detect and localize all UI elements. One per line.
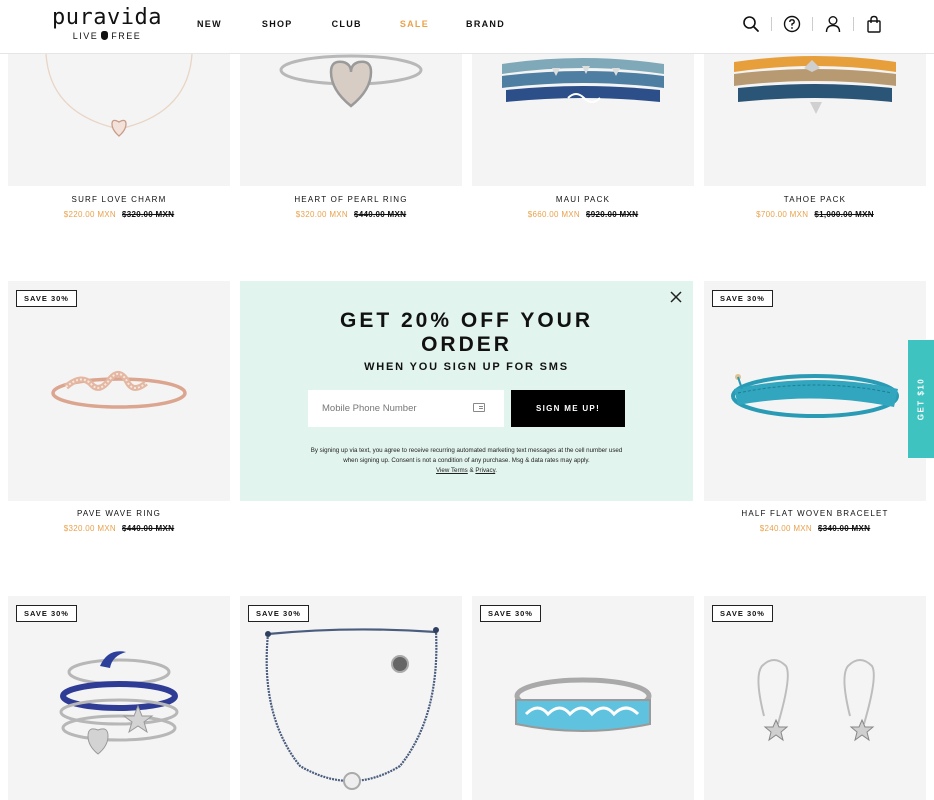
product-image-surf-love-charm[interactable] [8, 54, 230, 186]
earrings-image [757, 659, 875, 742]
header-icons [741, 14, 884, 34]
nav-new[interactable]: NEW [197, 19, 222, 29]
sale-price: $220.00 MXN [63, 210, 116, 219]
ring-stack-image [59, 651, 179, 755]
product-name[interactable]: MAUI PACK [472, 195, 694, 204]
logo-tagline: LIVE FREE [52, 31, 162, 41]
site-header: puravida LIVE FREE NEW SHOP CLUB SALE BRA… [0, 0, 934, 54]
product-price: $320.00 MXN $440.00 MXN [8, 524, 230, 533]
save-badge: SAVE 30% [712, 605, 773, 622]
original-price: $320.00 MXN [122, 210, 175, 219]
sale-price: $240.00 MXN [759, 524, 812, 533]
product-image-ring-stack[interactable]: SAVE 30% [8, 596, 230, 800]
privacy-link[interactable]: Privacy [475, 467, 495, 474]
close-icon[interactable] [669, 290, 683, 304]
ring-image [279, 54, 423, 108]
save-badge: SAVE 30% [248, 605, 309, 622]
bracelet-pack-image [502, 58, 664, 103]
original-price: $340.00 MXN [818, 524, 871, 533]
nav-brand[interactable]: BRAND [466, 19, 505, 29]
legal-amp: & [469, 467, 474, 474]
popup-subtitle: WHEN YOU SIGN UP FOR SMS [364, 361, 569, 373]
product-name[interactable]: TAHOE PACK [704, 195, 926, 204]
product-image-cord-bracelet[interactable]: SAVE 30% [240, 596, 462, 800]
original-price: $1,000.00 MXN [814, 210, 874, 219]
product-image-maui-pack[interactable] [472, 54, 694, 186]
sale-price: $700.00 MXN [756, 210, 809, 219]
sale-price: $660.00 MXN [527, 210, 580, 219]
save-badge: SAVE 30% [480, 605, 541, 622]
icon-separator [812, 17, 813, 31]
product-price: $660.00 MXN $920.00 MXN [472, 210, 694, 219]
logo-wordmark: puravida [52, 5, 162, 30]
save-badge: SAVE 30% [16, 605, 77, 622]
popup-title-line2: ORDER [421, 333, 512, 356]
product-name[interactable]: SURF LOVE CHARM [8, 195, 230, 204]
original-price: $920.00 MXN [586, 210, 639, 219]
popup-title-line1: GET 20% OFF YOUR [340, 309, 593, 332]
logo-tag-right: FREE [111, 31, 142, 41]
product-name[interactable]: PAVE WAVE RING [8, 509, 230, 518]
nav-sale[interactable]: SALE [400, 19, 429, 29]
product-image-heart-of-pearl-ring[interactable] [240, 54, 462, 186]
original-price: $440.00 MXN [122, 524, 175, 533]
save-badge: SAVE 30% [712, 290, 773, 307]
bracelet-image [731, 374, 899, 418]
nav-club[interactable]: CLUB [332, 19, 362, 29]
product-image-star-earrings[interactable]: SAVE 30% [704, 596, 926, 800]
icon-separator [853, 17, 854, 31]
legal-period: . [495, 467, 497, 474]
view-terms-link[interactable]: View Terms [436, 467, 468, 474]
help-icon[interactable] [782, 14, 802, 34]
cart-icon[interactable] [864, 14, 884, 34]
logo-tag-left: LIVE [72, 31, 99, 41]
product-image-pave-wave-ring[interactable]: SAVE 30% [8, 281, 230, 501]
search-icon[interactable] [741, 14, 761, 34]
legal-text: By signing up via text, you agree to rec… [310, 447, 623, 464]
pineapple-icon [101, 31, 109, 40]
necklace-image [45, 54, 193, 137]
product-image-tahoe-pack[interactable] [704, 54, 926, 186]
sale-price: $320.00 MXN [63, 524, 116, 533]
popup-title: GET 20% OFF YOUR ORDER [240, 309, 693, 357]
bracelet-image [265, 627, 439, 790]
main-nav: NEW SHOP CLUB SALE BRAND [197, 19, 505, 29]
side-tab-label: GET $10 [916, 377, 926, 421]
product-image-half-flat-woven-bracelet[interactable]: SAVE 30% [704, 281, 926, 501]
ring-image [51, 370, 187, 409]
original-price: $440.00 MXN [354, 210, 407, 219]
sale-price: $320.00 MXN [295, 210, 348, 219]
product-name[interactable]: HEART OF PEARL RING [240, 195, 462, 204]
product-price: $700.00 MXN $1,000.00 MXN [704, 210, 926, 219]
nav-shop[interactable]: SHOP [262, 19, 293, 29]
account-icon[interactable] [823, 14, 843, 34]
brand-logo[interactable]: puravida LIVE FREE [52, 5, 162, 42]
legal-disclaimer: By signing up via text, you agree to rec… [310, 446, 623, 476]
contact-card-icon [473, 403, 485, 412]
get-10-side-tab[interactable]: GET $10 [908, 340, 934, 458]
ring-image [514, 677, 652, 732]
product-name[interactable]: HALF FLAT WOVEN BRACELET [704, 509, 926, 518]
sms-signup-popup: GET 20% OFF YOUR ORDER WHEN YOU SIGN UP F… [240, 281, 693, 501]
product-price: $320.00 MXN $440.00 MXN [240, 210, 462, 219]
icon-separator [771, 17, 772, 31]
product-image-wave-ring[interactable]: SAVE 30% [472, 596, 694, 800]
bracelet-pack-image [734, 56, 896, 114]
product-price: $220.00 MXN $320.00 MXN [8, 210, 230, 219]
product-price: $240.00 MXN $340.00 MXN [704, 524, 926, 533]
sign-up-button[interactable]: SIGN ME UP! [511, 390, 625, 427]
save-badge: SAVE 30% [16, 290, 77, 307]
